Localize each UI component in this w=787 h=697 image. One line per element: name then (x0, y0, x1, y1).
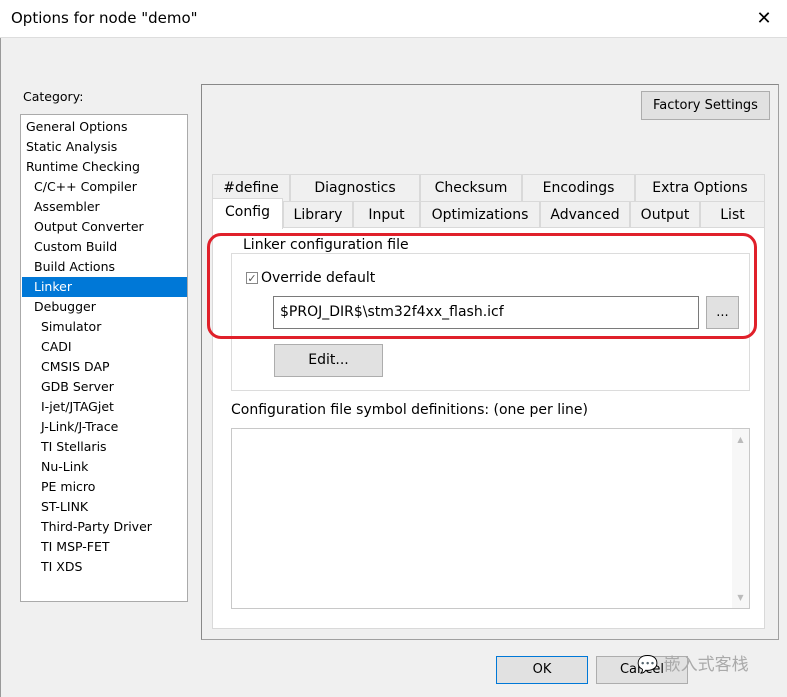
override-default-checkbox[interactable]: ✓ Override default (246, 270, 375, 286)
category-list[interactable]: General Options Static Analysis Runtime Ch… (20, 114, 188, 602)
category-item[interactable]: Output Converter (22, 217, 187, 237)
scrollbar[interactable]: ▲ ▼ (732, 429, 749, 608)
category-item[interactable]: I-jet/JTAGjet (22, 397, 187, 417)
category-item[interactable]: TI XDS (22, 557, 187, 577)
tab-list[interactable]: List (700, 201, 765, 228)
category-item[interactable]: GDB Server (22, 377, 187, 397)
symbol-definitions-textarea[interactable]: ▲ ▼ (231, 428, 750, 609)
category-item[interactable]: Runtime Checking (22, 157, 187, 177)
tab-encodings[interactable]: Encodings (522, 174, 635, 201)
tab-input[interactable]: Input (353, 201, 420, 228)
ok-button[interactable]: OK (496, 656, 588, 684)
window-border (0, 38, 1, 697)
category-item[interactable]: J-Link/J-Trace (22, 417, 187, 437)
wechat-icon: 💬 (637, 655, 659, 675)
window-title: Options for node "demo" (11, 9, 198, 27)
category-item[interactable]: Third-Party Driver (22, 517, 187, 537)
category-item[interactable]: TI MSP-FET (22, 537, 187, 557)
category-item[interactable]: Linker (22, 277, 187, 297)
category-item[interactable]: Debugger (22, 297, 187, 317)
tab-checksum[interactable]: Checksum (420, 174, 522, 201)
category-item[interactable]: CMSIS DAP (22, 357, 187, 377)
category-item[interactable]: Static Analysis (22, 137, 187, 157)
tab-advanced[interactable]: Advanced (540, 201, 630, 228)
tab-config[interactable]: Config (212, 198, 283, 229)
group-label: Linker configuration file (240, 237, 412, 253)
watermark-text: 嵌入式客栈 (663, 655, 749, 675)
checkbox-icon[interactable]: ✓ (246, 272, 258, 284)
close-icon[interactable]: ✕ (750, 6, 778, 32)
category-item[interactable]: Assembler (22, 197, 187, 217)
tab-output[interactable]: Output (630, 201, 700, 228)
category-label: Category: (23, 89, 84, 104)
category-item[interactable]: Simulator (22, 317, 187, 337)
edit-button[interactable]: Edit... (274, 344, 383, 377)
symbols-label: Configuration file symbol definitions: (… (231, 402, 588, 418)
factory-settings-button[interactable]: Factory Settings (641, 91, 770, 120)
tab-define[interactable]: #define (212, 174, 290, 201)
category-item[interactable]: Build Actions (22, 257, 187, 277)
title-bar: Options for node "demo" ✕ (0, 0, 787, 38)
category-item[interactable]: General Options (22, 117, 187, 137)
category-item[interactable]: ST-LINK (22, 497, 187, 517)
tab-diagnostics[interactable]: Diagnostics (290, 174, 420, 201)
category-item[interactable]: Custom Build (22, 237, 187, 257)
category-item[interactable]: TI Stellaris (22, 437, 187, 457)
config-file-path-input[interactable]: $PROJ_DIR$\stm32f4xx_flash.icf (273, 296, 699, 329)
category-item[interactable]: Nu-Link (22, 457, 187, 477)
watermark: 💬 嵌入式客栈 (637, 650, 749, 675)
tab-optimizations[interactable]: Optimizations (420, 201, 540, 228)
scroll-up-icon[interactable]: ▲ (732, 435, 749, 444)
scroll-down-icon[interactable]: ▼ (732, 593, 749, 602)
browse-button[interactable]: ... (706, 296, 739, 329)
category-item[interactable]: CADI (22, 337, 187, 357)
category-item[interactable]: C/C++ Compiler (22, 177, 187, 197)
override-label: Override default (261, 270, 376, 286)
tab-extra-options[interactable]: Extra Options (635, 174, 765, 201)
tab-library[interactable]: Library (283, 201, 353, 228)
category-item[interactable]: PE micro (22, 477, 187, 497)
